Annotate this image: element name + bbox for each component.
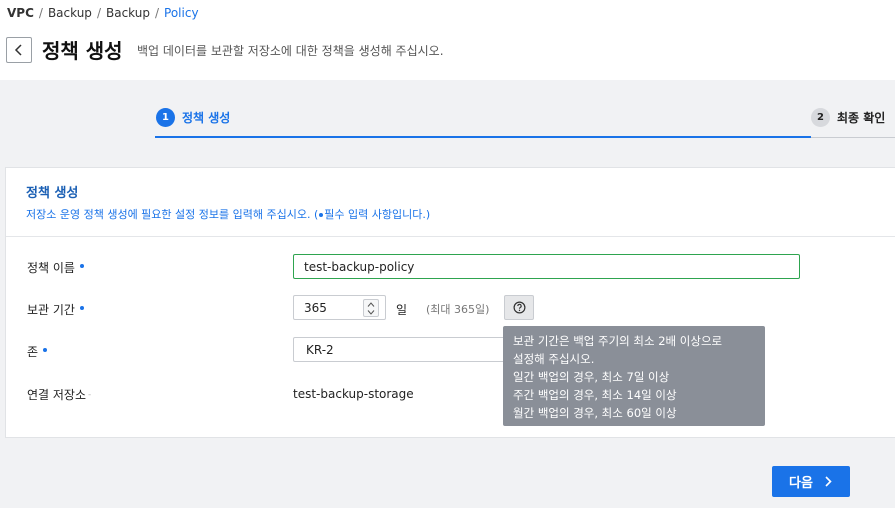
linked-storage-label: 연결 저장소 - — [27, 388, 92, 402]
zone-select[interactable]: KR-2 — [293, 337, 513, 362]
form-description: 저장소 운영 정책 생성에 필요한 설정 정보를 입력해 주십시오. ( 필수 입… — [26, 206, 895, 222]
retention-value: 365 — [304, 300, 327, 315]
step-progress-remaining — [811, 137, 895, 138]
form-description-required: 필수 입력 사항입니다.) — [324, 208, 431, 221]
chevron-right-icon — [825, 476, 832, 487]
policy-name-label: 정책 이름 — [27, 259, 84, 276]
step-progress-active — [155, 136, 811, 138]
caret-down-icon — [367, 309, 375, 315]
caret-up-icon — [367, 301, 375, 307]
page-header: VPC / Backup / Backup / Policy 정책 생성 백업 … — [0, 0, 895, 80]
retention-label: 보관 기간 — [27, 301, 84, 318]
breadcrumb: VPC / Backup / Backup / Policy — [7, 6, 199, 20]
required-dot-icon — [319, 213, 324, 217]
breadcrumb-item-backup-sub[interactable]: Backup — [106, 6, 150, 20]
tooltip-line: 일간 백업의 경우, 최소 7일 이상 — [513, 370, 670, 384]
tooltip-line: 월간 백업의 경우, 최소 60일 이상 — [513, 406, 677, 420]
breadcrumb-separator: / — [38, 6, 43, 20]
breadcrumb-separator: / — [154, 6, 160, 20]
step-2-label: 최종 확인 — [837, 111, 886, 125]
retention-help-button[interactable] — [504, 295, 534, 320]
stepper-down-button[interactable] — [364, 308, 378, 316]
required-dot-icon — [79, 306, 84, 310]
page-title: 정책 생성 — [42, 39, 123, 63]
stepper-up-button[interactable] — [364, 300, 378, 308]
breadcrumb-item-policy: Policy — [164, 6, 199, 20]
retention-max-note: (최대 365일) — [426, 303, 490, 316]
policy-name-input[interactable]: test-backup-policy — [293, 254, 800, 279]
zone-value: KR-2 — [306, 342, 334, 357]
breadcrumb-separator: / — [96, 6, 101, 20]
retention-stepper[interactable] — [363, 299, 379, 317]
zone-label: 존 — [27, 343, 48, 360]
form-description-text: 저장소 운영 정책 생성에 필요한 설정 정보를 입력해 주십시오. ( — [26, 208, 319, 221]
step-2: 2 최종 확인 — [811, 108, 885, 127]
page-description: 백업 데이터를 보관할 저장소에 대한 정책을 생성해 주십시오. — [137, 44, 444, 58]
retention-unit: 일 — [396, 303, 408, 317]
required-dot-icon — [43, 348, 48, 352]
tooltip-line: 주간 백업의 경우, 최소 14일 이상 — [513, 388, 677, 402]
step-1: 1 정책 생성 — [156, 108, 230, 127]
breadcrumb-item-backup[interactable]: Backup — [48, 6, 92, 20]
step-indicator: 1 정책 생성 2 최종 확인 — [155, 105, 895, 139]
chevron-left-icon — [14, 44, 22, 56]
step-2-number: 2 — [811, 108, 830, 127]
breadcrumb-item-vpc[interactable]: VPC — [7, 6, 34, 20]
form-header: 정책 생성 저장소 운영 정책 생성에 필요한 설정 정보를 입력해 주십시오.… — [6, 168, 895, 237]
retention-input[interactable]: 365 — [293, 295, 386, 320]
question-circle-icon — [513, 301, 525, 314]
step-1-number: 1 — [156, 108, 175, 127]
tooltip-line: 보관 기간은 백업 주기의 최소 2배 이상으로 — [513, 334, 723, 348]
tooltip-line: 설정해 주십시오. — [513, 352, 595, 366]
step-1-label: 정책 생성 — [182, 111, 231, 125]
next-button-label: 다음 — [789, 476, 813, 491]
linked-storage-value: test-backup-storage — [293, 387, 414, 401]
required-dot-icon — [79, 264, 84, 268]
back-button[interactable] — [6, 37, 32, 63]
form-title: 정책 생성 — [26, 186, 79, 201]
retention-help-tooltip: 보관 기간은 백업 주기의 최소 2배 이상으로 설정해 주십시오. 일간 백업… — [503, 326, 765, 426]
policy-name-value: test-backup-policy — [304, 259, 415, 274]
next-button[interactable]: 다음 — [772, 466, 850, 497]
